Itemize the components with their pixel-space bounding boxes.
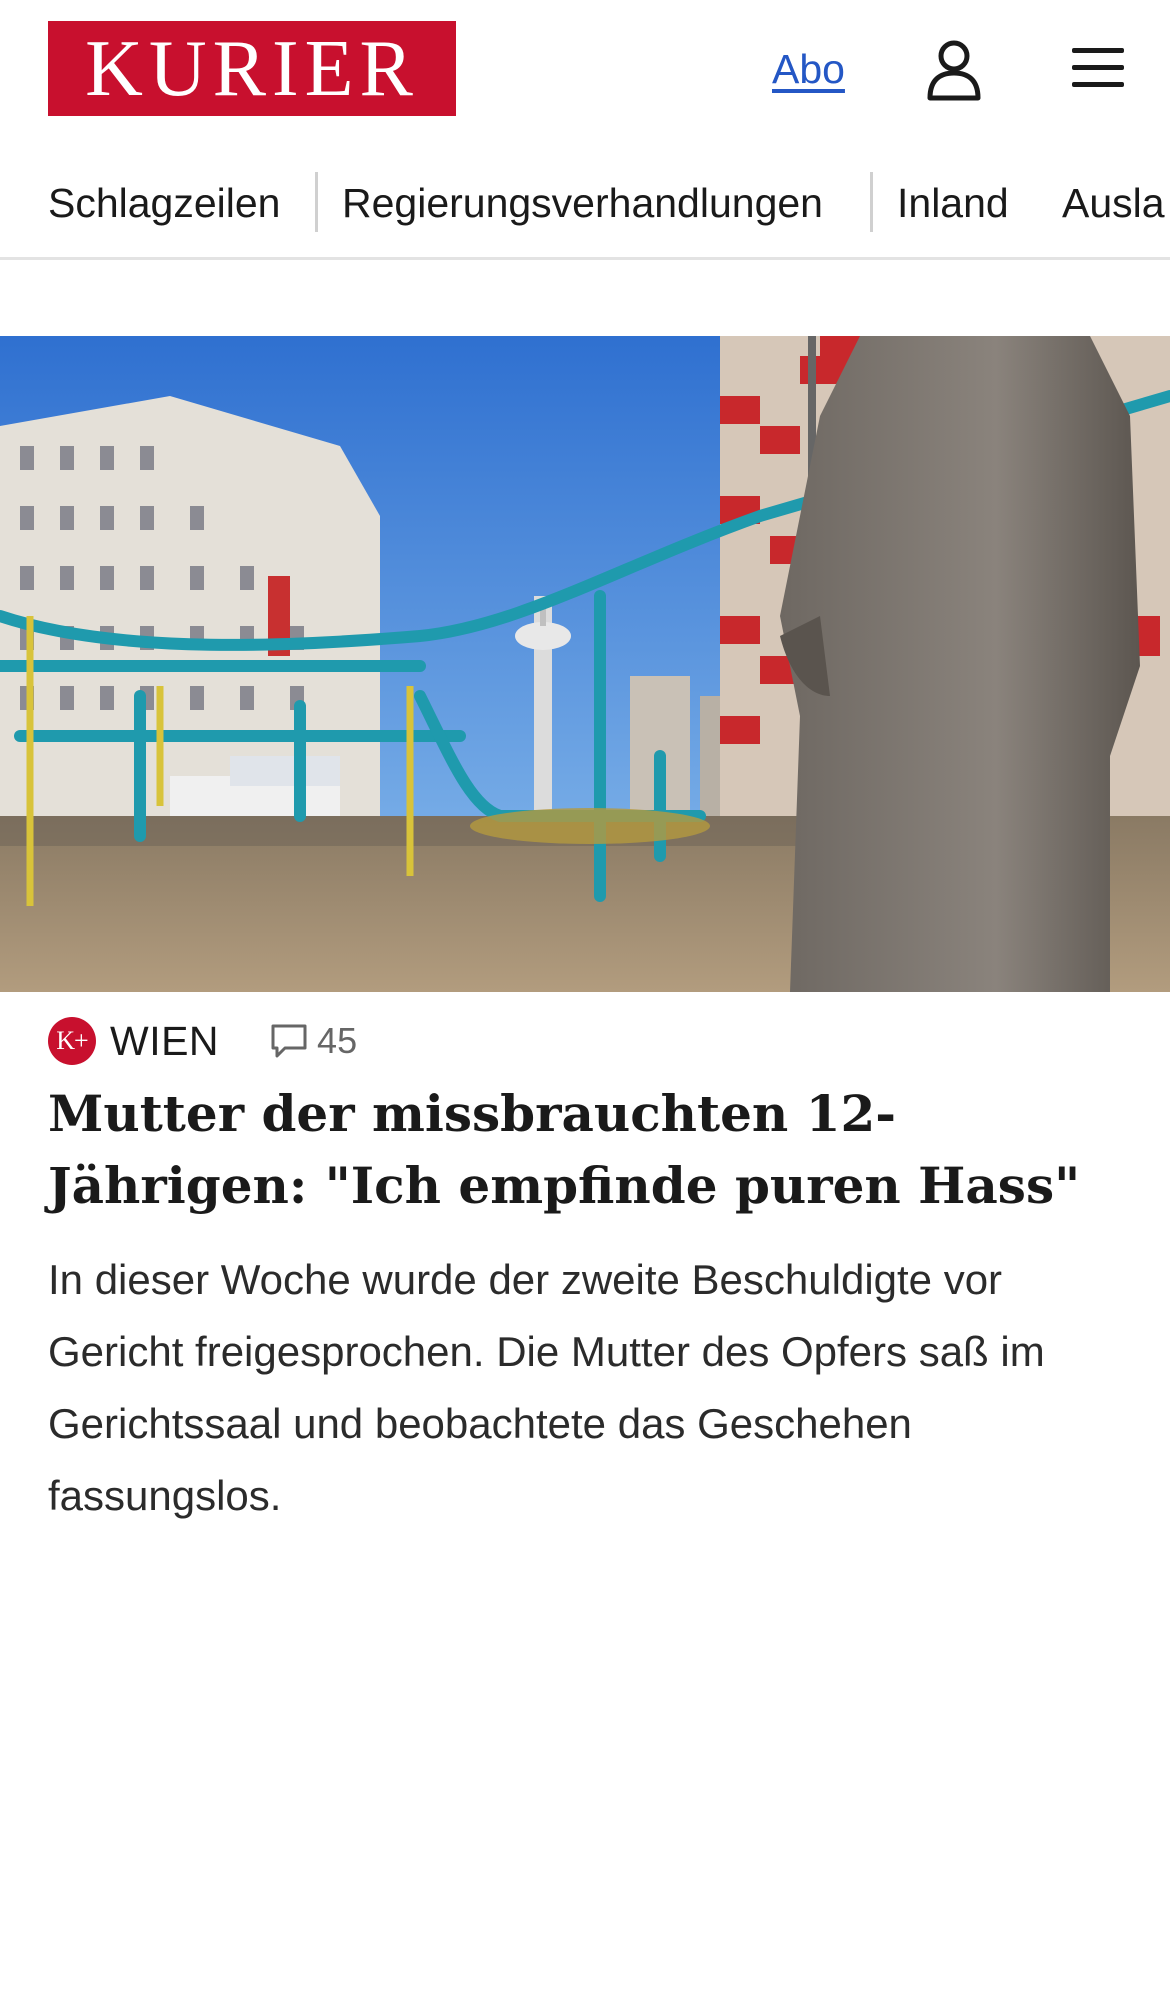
- kplus-badge-text: K+: [56, 1026, 88, 1055]
- article-teaser[interactable]: In dieser Woche wurde der zweite Beschul…: [48, 1244, 1138, 1532]
- logo-text: KURIER: [85, 24, 419, 113]
- article-hero-image[interactable]: [0, 336, 1170, 992]
- nav-divider: [870, 172, 873, 232]
- comment-count-value: 45: [317, 1020, 358, 1061]
- nav-divider: [315, 172, 318, 232]
- hamburger-menu-icon[interactable]: [1066, 40, 1130, 96]
- article-headline[interactable]: Mutter der missbrauchten 12-Jährigen: "I…: [48, 1078, 1128, 1222]
- kplus-badge-icon: K+: [48, 1017, 96, 1065]
- nav-item-inland[interactable]: Inland: [897, 180, 1009, 227]
- nav-item-schlagzeilen[interactable]: Schlagzeilen: [48, 180, 281, 227]
- article-meta: K+ WIEN 45: [48, 1016, 357, 1066]
- nav-item-ausland[interactable]: Ausla: [1062, 180, 1165, 227]
- kurier-logo[interactable]: KURIER: [48, 21, 456, 116]
- comment-count[interactable]: 45: [269, 1020, 357, 1062]
- nav-item-regierungsverhandlungen[interactable]: Regierungsverhandlungen: [342, 180, 823, 227]
- abo-link[interactable]: Abo: [772, 46, 845, 93]
- site-header: KURIER Abo: [0, 0, 1170, 140]
- category-nav: Schlagzeilen Regierungsverhandlungen Inl…: [0, 160, 1170, 260]
- user-icon[interactable]: [924, 38, 984, 102]
- comment-bubble-icon: [271, 1024, 307, 1058]
- section-label[interactable]: WIEN: [110, 1018, 219, 1065]
